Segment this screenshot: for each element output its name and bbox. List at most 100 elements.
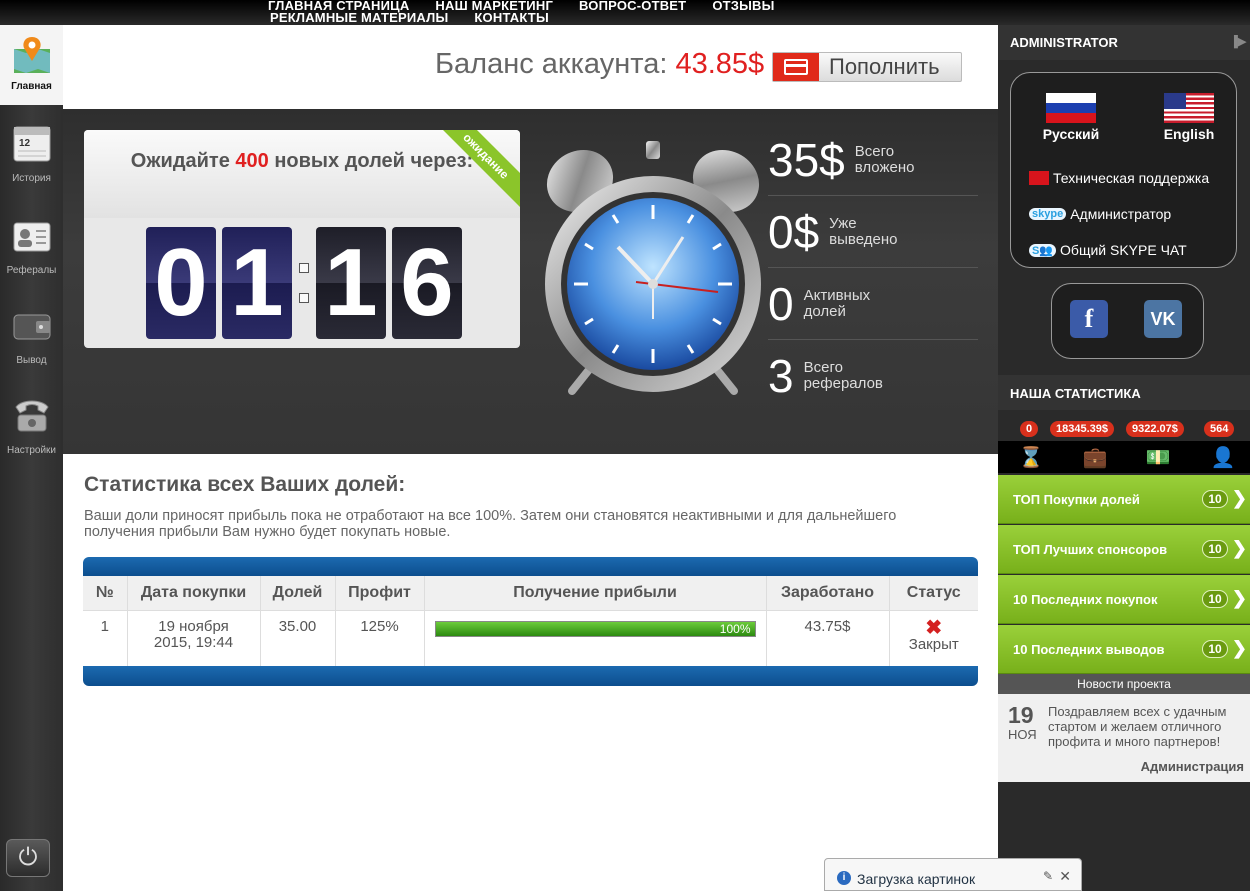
sidebar-item-withdraw[interactable]: Вывод [0,295,63,385]
last-withdrawals[interactable]: 10 Последних выводов 10 ❯ [998,625,1250,674]
facebook-icon[interactable]: f [1070,300,1108,338]
tech-support-link[interactable]: Техническая поддержка [1029,170,1209,186]
col-shares: Долей [260,576,336,611]
news-day: 19 [1008,702,1034,728]
countdown-digit: 6 [392,227,462,339]
news-text: Поздравляем всех с удачным стартом и жел… [1048,704,1227,749]
credit-card-icon [773,53,819,81]
stat-label: Уже выведено [829,214,898,248]
countdown-digits: 0 1 1 6 [146,227,462,339]
power-icon: ⏻ [18,844,38,871]
stat-number: 0$ [768,205,820,258]
sidebar-item-label: Настройки [6,445,57,456]
stat-badge: 9322.07$ [1126,421,1184,437]
stat-invested: 35$ Всего вложено [768,124,978,196]
stat-label: Активных долей [803,286,871,320]
table-top-bar [83,557,978,576]
sidebar-item-label: История [12,173,51,184]
last-purchases[interactable]: 10 Последних покупок 10 ❯ [998,575,1250,624]
countdown-widget: Ожидайте 400 новых долей через: ожидание… [84,130,520,348]
progress-fill [435,621,755,636]
alarm-clock-icon [538,139,768,399]
sidebar-item-settings[interactable]: Настройки [0,385,63,475]
countdown-header: Ожидайте 400 новых долей через: ожидание [84,130,520,218]
stat-number: 0 [768,277,794,330]
page: ГЛАВНАЯ СТРАНИЦА НАШ МАРКЕТИНГ ВОПРОС-ОТ… [0,0,1250,891]
account-stats: 35$ Всего вложено 0$ Уже выведено 0 Акти… [768,124,978,412]
countdown-count: 400 [235,150,269,172]
table-row: 1 19 ноября 2015, 19:44 35.00 125% 100% … [83,610,978,666]
cell-profit: 125% [335,610,425,666]
news-month: НОЯ [1008,727,1037,742]
link-label: Техническая поддержка [1053,170,1210,186]
map-pin-icon [10,33,54,77]
dashboard-panel: Ожидайте 400 новых долей через: ожидание… [63,109,998,454]
nav-reviews[interactable]: ОТЗЫВЫ [712,0,774,13]
russia-flag-icon [1046,93,1096,123]
countdown-digit: 1 [316,227,386,339]
sidebar-item-home[interactable]: Главная [0,25,63,105]
table-header-row: № Дата покупки Долей Профит Получение пр… [83,576,978,611]
contacts-icon [10,213,54,257]
calendar-icon: 12 [10,121,54,165]
nav-contacts[interactable]: КОНТАКТЫ [474,11,548,25]
topup-button[interactable]: Пополнить [772,52,962,82]
countdown-suffix: новых долей через: [268,150,474,172]
section-description: Ваши доли приносят прибыль пока не отраб… [84,508,897,540]
stat-referrals: 3 Всего рефералов [768,340,978,412]
stat-badge: 0 [1020,421,1039,437]
skype-chat-link[interactable]: S👥 Общий SKYPE ЧАТ [1029,242,1187,258]
countdown-separator [298,227,310,339]
language-label: Русский [1042,126,1100,142]
sidebar-item-referrals[interactable]: Рефералы [0,205,63,295]
section-title: Статистика всех Ваших долей: [84,473,406,496]
news-item: 19 НОЯ Поздравляем всех с удачным старто… [998,694,1250,782]
sidebar-item-history[interactable]: 12 История [0,113,63,203]
countdown-digit: 0 [146,227,216,339]
admin-title: ADMINISTRATOR [1010,35,1118,50]
nav-promo[interactable]: РЕКЛАМНЫЕ МАТЕРИАЛЫ [270,11,448,25]
close-icon[interactable]: ✕ [1059,868,1071,885]
top-sponsors[interactable]: ТОП Лучших спонсоров 10 ❯ [998,525,1250,574]
stat-withdrawn: 0$ Уже выведено [768,196,978,268]
account-balance: Баланс аккаунта: 43.85$ [435,48,764,81]
briefcase-icon: 💼 [1082,447,1108,469]
close-icon: ✖ [925,616,943,639]
shares-table: № Дата покупки Долей Профит Получение пр… [83,557,978,687]
chevron-right-icon: ❯ [1231,538,1247,558]
language-russian[interactable]: Русский [1031,93,1111,142]
top-share-purchases[interactable]: ТОП Покупки долей 10 ❯ [998,475,1250,524]
image-loading-popup: i Загрузка картинок ✎ ✕ [824,858,1082,891]
top-nav: ГЛАВНАЯ СТРАНИЦА НАШ МАРКЕТИНГ ВОПРОС-ОТ… [0,0,1250,25]
sidebar-item-label: Вывод [16,355,47,366]
cell-shares: 35.00 [260,610,336,666]
language-english[interactable]: English [1149,93,1229,142]
col-status: Статус [889,576,978,611]
info-icon: i [837,871,851,885]
cell-status: ✖ Закрыт [889,610,978,666]
col-earned: Заработано [766,576,890,611]
col-date: Дата покупки [127,576,261,611]
countdown-digit: 1 [222,227,292,339]
green-item-label: 10 Последних выводов [1013,642,1165,657]
chevron-right-icon: ❯ [1231,588,1247,608]
collapse-icon[interactable]: ▐▶ [1230,35,1246,48]
vk-icon[interactable]: VK [1144,300,1182,338]
power-button[interactable]: ⏻ [6,839,50,877]
cell-date: 19 ноября 2015, 19:44 [127,610,261,666]
usa-flag-icon [1164,93,1214,123]
skype-group-icon: S👥 [1029,243,1057,257]
nav-faq[interactable]: ВОПРОС-ОТВЕТ [579,0,686,13]
pin-icon[interactable]: ✎ [1043,869,1053,883]
language-label: English [1163,126,1215,142]
cell-number: 1 [83,610,128,666]
admin-skype-link[interactable]: skype Администратор [1029,206,1171,222]
stat-number: 35$ [768,133,845,186]
stat-label: Всего вложено [854,142,915,176]
stat-label: Всего рефералов [803,359,883,392]
loading-text: Загрузка картинок [857,871,976,887]
news-signature: Администрация [1140,759,1244,774]
cell-earned: 43.75$ [766,610,890,666]
balance-bar: Баланс аккаунта: 43.85$ Пополнить [63,25,998,109]
green-item-count: 10 [1202,640,1228,658]
